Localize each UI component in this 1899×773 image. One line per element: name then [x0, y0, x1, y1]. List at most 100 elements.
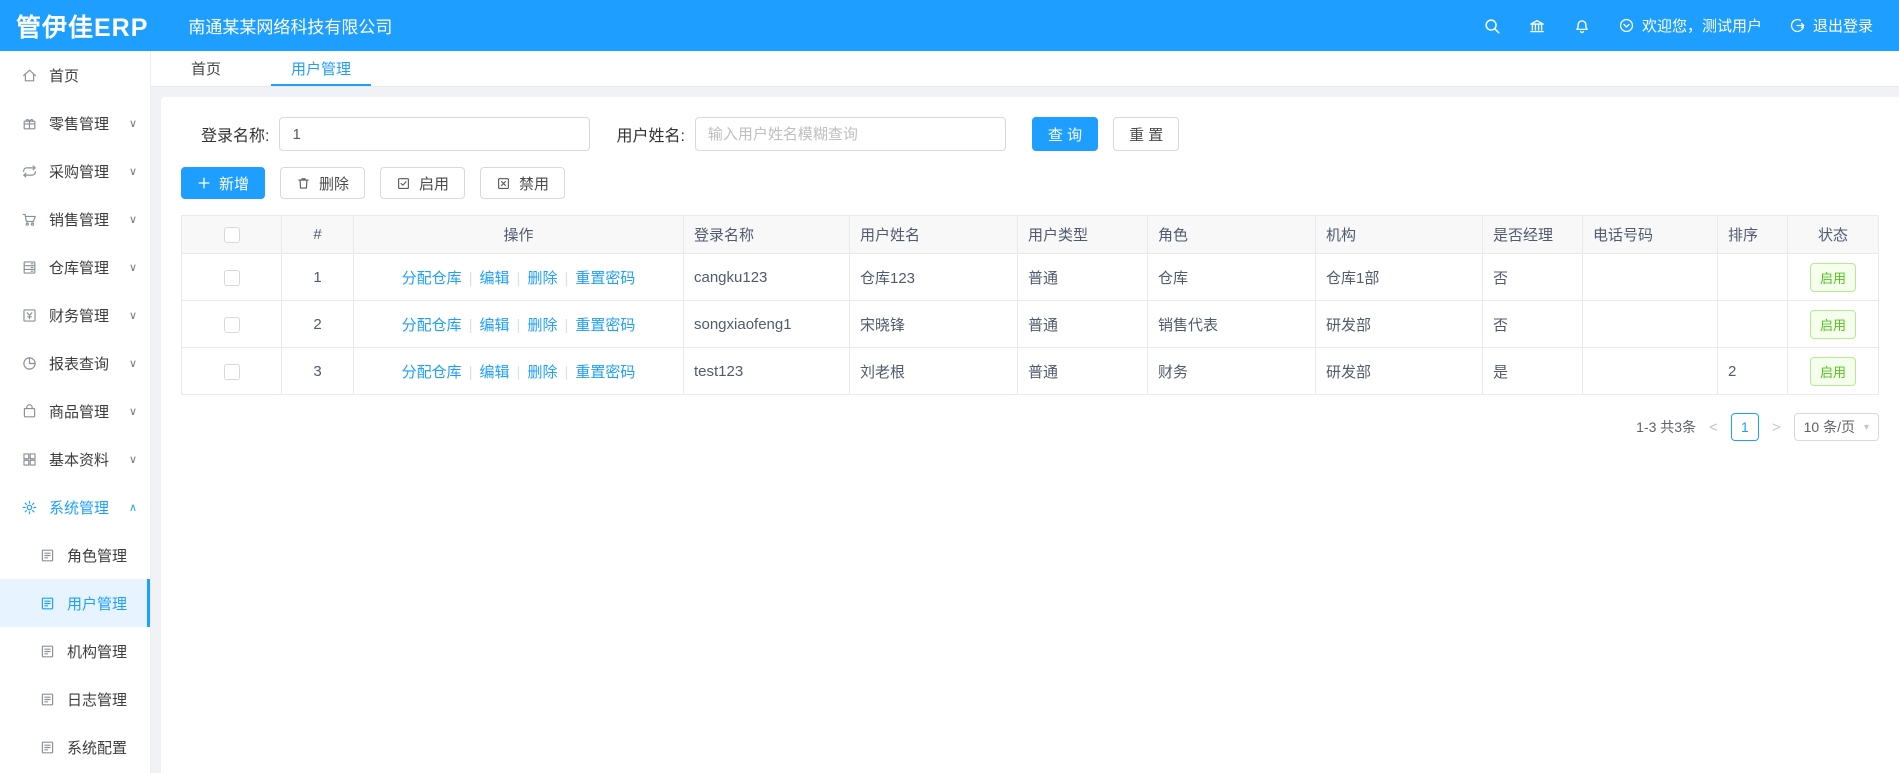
column-header-10: 排序: [1717, 215, 1788, 254]
enable-button[interactable]: 启用: [380, 167, 466, 199]
action-link-assign-warehouse[interactable]: 分配仓库: [402, 364, 462, 381]
status-badge: 启用: [1809, 356, 1856, 386]
sidebar-item-label: 系统配置: [67, 739, 128, 757]
search-icon[interactable]: [1483, 17, 1501, 35]
bell-icon[interactable]: [1573, 17, 1591, 35]
sidebar-item-user[interactable]: 用户管理: [0, 579, 150, 627]
pagination: 1-3 共3条 < 1 > 10 条/页 ▾: [181, 413, 1879, 441]
cell-status: 启用: [1787, 300, 1879, 348]
sidebar-item-finance[interactable]: 财务管理 ∨: [0, 291, 150, 339]
cell-org: 研发部: [1315, 347, 1483, 395]
app-logo[interactable]: 管伊佳ERP: [16, 8, 148, 44]
add-button[interactable]: 新增: [181, 167, 266, 199]
query-button[interactable]: 查 询: [1031, 117, 1099, 151]
cell-role: 销售代表: [1147, 300, 1316, 348]
sidebar-item-home[interactable]: 首页: [0, 51, 150, 99]
action-link-reset-password[interactable]: 重置密码: [575, 364, 635, 381]
column-header-9: 电话号码: [1582, 215, 1718, 254]
table-row: 1 分配仓库 | 编辑 | 删除 | 重置密码 cangku123 仓库123 普通 仓库 仓库1部否 启…: [181, 253, 1879, 301]
sidebar-item-org[interactable]: 机构管理: [0, 627, 150, 675]
cell-actions: 分配仓库 | 编辑 | 删除 | 重置密码: [353, 253, 684, 301]
users-table: # 操作 登录名称 用户姓名 用户类型 角色 机构 是否经理 电话号码 排序 状态 1 分配仓库 | 编辑…: [181, 215, 1879, 395]
row-select-checkbox[interactable]: [223, 363, 240, 380]
action-link-assign-warehouse[interactable]: 分配仓库: [402, 317, 462, 334]
sidebar-item-system[interactable]: 系统管理 ∧: [0, 483, 150, 531]
sidebar-item-config[interactable]: 系统配置: [0, 723, 150, 771]
tabbar: 首页 用户管理: [151, 51, 1899, 87]
cell-sort: 2: [1717, 347, 1788, 395]
sidebar-item-report[interactable]: 报表查询 ∨: [0, 339, 150, 387]
sidebar-item-log[interactable]: 日志管理: [0, 675, 150, 723]
sidebar-item-basic-data[interactable]: 基本资料 ∨: [0, 435, 150, 483]
page-1-button[interactable]: 1: [1730, 413, 1759, 441]
sidebar-item-retail[interactable]: 零售管理 ∨: [0, 99, 150, 147]
plus-icon: [197, 176, 211, 190]
action-link-edit[interactable]: 编辑: [480, 270, 510, 287]
sidebar-item-goods[interactable]: 商品管理 ∨: [0, 387, 150, 435]
column-header-7: 机构: [1315, 215, 1483, 254]
action-link-reset-password[interactable]: 重置密码: [575, 270, 635, 287]
chevron-down-icon: ∨: [128, 261, 137, 274]
status-badge: 启用: [1809, 309, 1856, 339]
search-form: 登录名称: 用户姓名: 查 询 重 置: [181, 117, 1879, 151]
action-link-delete[interactable]: 删除: [527, 270, 557, 287]
cell-phone: [1582, 300, 1718, 348]
cell-user-name: 刘老根: [849, 347, 1018, 395]
action-link-reset-password[interactable]: 重置密码: [575, 317, 635, 334]
prev-page-button[interactable]: <: [1709, 419, 1718, 436]
action-link-assign-warehouse[interactable]: 分配仓库: [402, 270, 462, 287]
cell-index: 2: [281, 300, 354, 348]
doc-icon: [39, 691, 56, 708]
reset-button[interactable]: 重 置: [1113, 117, 1180, 151]
sidebar-item-purchase[interactable]: 采购管理 ∨: [0, 147, 150, 195]
gear-icon: [21, 499, 38, 516]
welcome-user[interactable]: 欢迎您，测试用户: [1618, 15, 1762, 36]
cell-user-type: 普通: [1017, 300, 1148, 348]
page-size-select[interactable]: 10 条/页 ▾: [1793, 413, 1879, 441]
cell-user-name: 仓库123: [849, 253, 1018, 301]
logout-icon: [1789, 17, 1806, 34]
cell-sort: [1717, 300, 1788, 348]
tab-user-management[interactable]: 用户管理: [271, 51, 372, 86]
chevron-down-icon: ∨: [128, 309, 137, 322]
tab-home[interactable]: 首页: [171, 51, 241, 86]
cell-phone: [1582, 253, 1718, 301]
sidebar-item-role[interactable]: 角色管理: [0, 531, 150, 579]
action-link-delete[interactable]: 删除: [527, 317, 557, 334]
bank-icon[interactable]: [1528, 17, 1546, 35]
sidebar-item-label: 销售管理: [49, 211, 110, 229]
trash-icon: [296, 176, 311, 191]
sidebar-item-sales[interactable]: 销售管理 ∨: [0, 195, 150, 243]
disable-button[interactable]: 禁用: [480, 167, 566, 199]
user-name-input[interactable]: [694, 117, 1006, 151]
sidebar-item-warehouse[interactable]: 仓库管理 ∨: [0, 243, 150, 291]
finance-icon: [21, 307, 38, 324]
logout-button[interactable]: 退出登录: [1789, 15, 1873, 36]
sidebar-item-label: 用户管理: [67, 595, 128, 613]
company-name: 南通某某网络科技有限公司: [188, 18, 393, 37]
row-select-checkbox[interactable]: [223, 316, 240, 333]
select-all-checkbox[interactable]: [223, 227, 240, 244]
action-link-edit[interactable]: 编辑: [480, 317, 510, 334]
pie-icon: [21, 355, 38, 372]
sidebar-item-label: 机构管理: [67, 643, 128, 661]
login-name-input[interactable]: [279, 117, 591, 151]
pagination-total: 1-3 共3条: [1636, 419, 1697, 435]
chevron-up-icon: ∧: [128, 501, 137, 514]
action-link-delete[interactable]: 删除: [527, 364, 557, 381]
x-square-icon: [496, 176, 511, 191]
topbar: 管伊佳ERP 南通某某网络科技有限公司 欢迎您，测试用户 退出登录: [0, 0, 1899, 51]
table-row: 3 分配仓库 | 编辑 | 删除 | 重置密码 test123 刘老根 普通 财务 研发部是 2 启用: [181, 347, 1879, 395]
next-page-button[interactable]: >: [1772, 419, 1781, 436]
cell-user-type: 普通: [1017, 253, 1148, 301]
delete-button[interactable]: 删除: [280, 167, 366, 199]
chevron-down-icon: ∨: [128, 117, 137, 130]
action-separator: |: [516, 269, 521, 287]
row-select-checkbox[interactable]: [223, 269, 240, 286]
check-square-icon: [396, 176, 411, 191]
action-link-edit[interactable]: 编辑: [480, 364, 510, 381]
doc-icon: [39, 739, 56, 756]
grid-icon: [21, 451, 38, 468]
user-management-panel: 登录名称: 用户姓名: 查 询 重 置 新增 删除: [161, 97, 1899, 773]
topbar-right: 欢迎您，测试用户 退出登录: [1483, 15, 1873, 36]
